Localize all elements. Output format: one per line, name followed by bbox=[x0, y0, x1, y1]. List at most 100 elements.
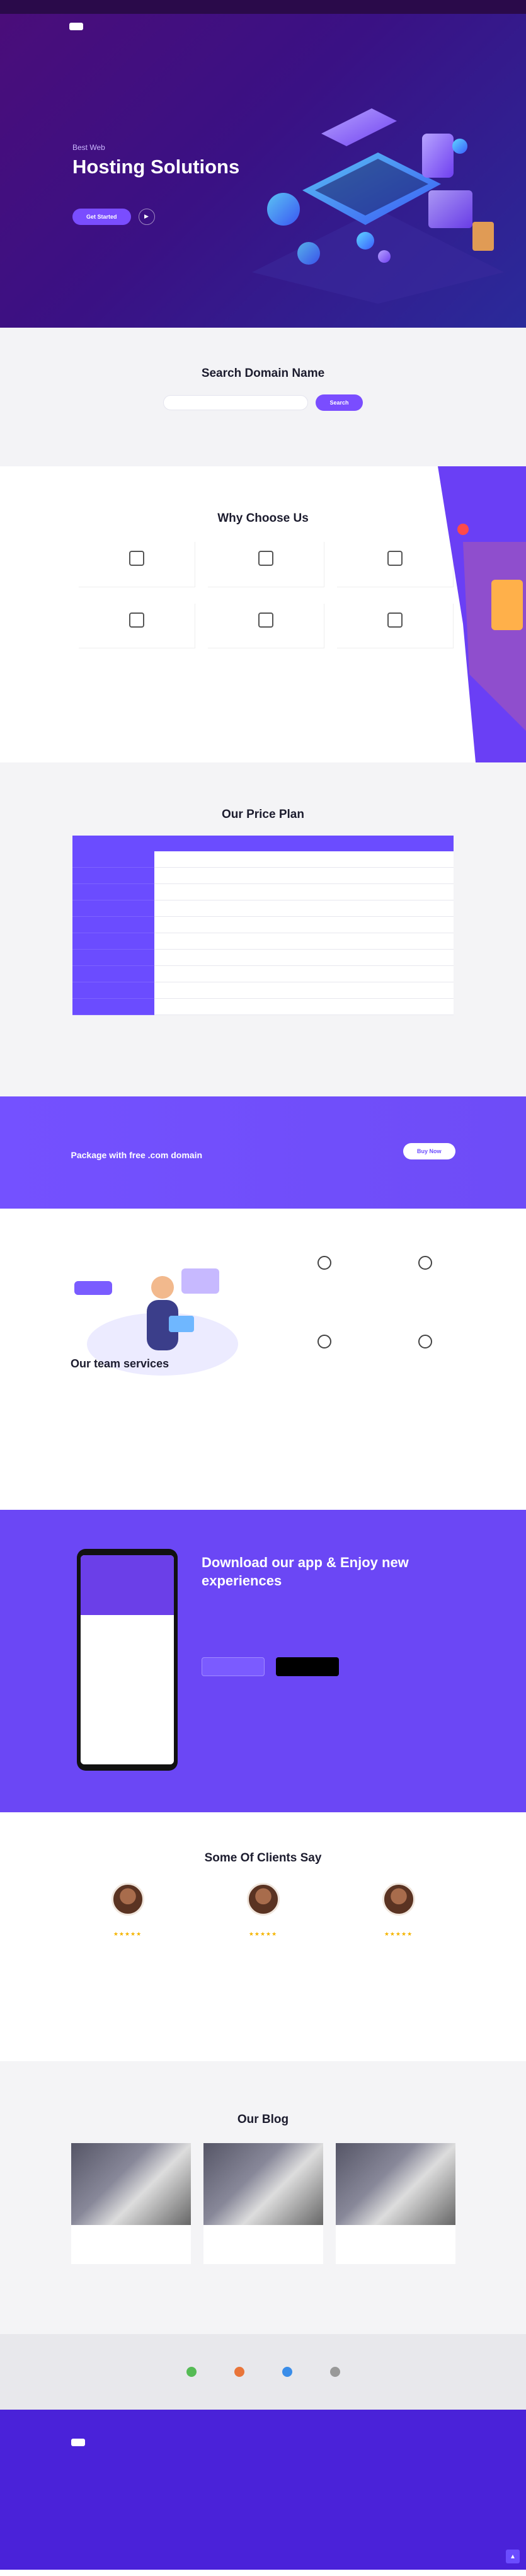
table-cell bbox=[304, 900, 354, 917]
nav-item[interactable] bbox=[435, 23, 442, 30]
price-table-header-row bbox=[72, 836, 454, 851]
why-decoration bbox=[438, 466, 526, 762]
blog-post-image[interactable] bbox=[335, 2143, 455, 2225]
clients-section: Some Of Clients Say ★★★★★ ★★★★★ ★★★★★ bbox=[0, 1812, 526, 2061]
avatar bbox=[382, 1883, 415, 1916]
team-item-text bbox=[375, 1362, 476, 1369]
main-nav bbox=[0, 14, 526, 30]
nav-item[interactable] bbox=[390, 23, 396, 30]
table-cell bbox=[154, 949, 205, 966]
table-cell bbox=[254, 867, 304, 884]
app-description-2 bbox=[202, 1628, 450, 1636]
why-grid bbox=[79, 542, 454, 648]
partner-logo-mark bbox=[329, 2367, 340, 2377]
table-cell[interactable] bbox=[403, 867, 454, 884]
table-cell bbox=[353, 900, 404, 917]
app-store-button[interactable] bbox=[276, 1657, 339, 1677]
table-cell bbox=[353, 933, 404, 950]
nav-item[interactable] bbox=[405, 23, 411, 30]
phone-screen-header bbox=[81, 1555, 174, 1615]
table-cell bbox=[154, 883, 205, 900]
star-rating: ★★★★★ bbox=[384, 1931, 413, 1937]
table-cell[interactable] bbox=[403, 982, 454, 999]
why-choose-section: Why Choose Us bbox=[0, 466, 526, 762]
clients-grid: ★★★★★ ★★★★★ ★★★★★ bbox=[71, 1883, 455, 1950]
nav-item[interactable] bbox=[360, 23, 366, 30]
why-card bbox=[208, 542, 324, 587]
table-cell bbox=[304, 982, 354, 999]
nav-links bbox=[360, 23, 457, 30]
partner-logo[interactable] bbox=[186, 2367, 197, 2377]
server-icon bbox=[129, 551, 144, 566]
table-cell[interactable] bbox=[403, 998, 454, 1015]
logo[interactable] bbox=[69, 23, 83, 30]
why-card bbox=[79, 542, 195, 587]
blog-post-image[interactable] bbox=[203, 2143, 323, 2225]
promo-banner-inner: Package with free .com domain Buy Now bbox=[71, 1096, 455, 1160]
partner-logo[interactable] bbox=[234, 2367, 244, 2377]
table-cell[interactable] bbox=[403, 883, 454, 900]
team-item bbox=[375, 1256, 476, 1291]
google-play-button[interactable] bbox=[202, 1657, 265, 1677]
promo-banner-subtitle bbox=[71, 1142, 203, 1147]
table-cell[interactable] bbox=[403, 916, 454, 933]
blog-post[interactable] bbox=[335, 2143, 455, 2264]
team-title: Our team services bbox=[71, 1357, 169, 1370]
table-cell bbox=[353, 883, 404, 900]
client-name bbox=[207, 1922, 320, 1928]
support-icon bbox=[387, 612, 403, 628]
footer: ▲ bbox=[0, 2410, 526, 2570]
blog-post-title[interactable] bbox=[79, 2233, 183, 2241]
domain-search-input[interactable] bbox=[163, 395, 309, 410]
promo-banner-text: Package with free .com domain bbox=[71, 1142, 203, 1160]
table-cell bbox=[72, 883, 154, 900]
buy-now-button[interactable]: Buy Now bbox=[403, 1142, 455, 1159]
table-cell bbox=[154, 900, 205, 917]
table-cell bbox=[204, 900, 254, 917]
client-text bbox=[71, 1943, 185, 1950]
top-bar bbox=[0, 0, 526, 14]
partner-logo[interactable] bbox=[329, 2367, 340, 2377]
footer-logo[interactable] bbox=[71, 2439, 153, 2446]
phone-screen bbox=[81, 1555, 174, 1764]
client-card: ★★★★★ bbox=[207, 1883, 320, 1950]
copyright-text bbox=[0, 2558, 526, 2563]
table-cell[interactable] bbox=[403, 900, 454, 917]
why-card bbox=[337, 603, 454, 648]
client-card: ★★★★★ bbox=[342, 1883, 455, 1950]
table-cell bbox=[72, 982, 154, 999]
team-item-text bbox=[274, 1284, 375, 1291]
partners-strip bbox=[0, 2334, 526, 2410]
hero-illustration bbox=[252, 108, 504, 304]
blog-post-title[interactable] bbox=[211, 2233, 316, 2241]
table-cell bbox=[204, 883, 254, 900]
nav-item[interactable] bbox=[420, 23, 426, 30]
star-rating: ★★★★★ bbox=[248, 1931, 278, 1937]
table-cell[interactable] bbox=[403, 949, 454, 966]
table-cell[interactable] bbox=[403, 933, 454, 950]
table-cell[interactable] bbox=[403, 851, 454, 868]
get-started-button[interactable]: Get Started bbox=[72, 208, 131, 225]
partner-logo-mark bbox=[282, 2367, 292, 2377]
table-row bbox=[72, 883, 454, 900]
table-cell bbox=[72, 867, 154, 884]
team-item-title bbox=[274, 1354, 375, 1359]
blog-post-title[interactable] bbox=[343, 2233, 448, 2241]
play-icon[interactable]: ▶ bbox=[138, 208, 155, 225]
table-cell bbox=[304, 998, 354, 1015]
table-cell bbox=[254, 982, 304, 999]
scroll-to-top-icon[interactable]: ▲ bbox=[506, 2550, 520, 2563]
nav-item[interactable] bbox=[375, 23, 381, 30]
blog-post-image[interactable] bbox=[71, 2143, 191, 2225]
client-text bbox=[207, 1943, 320, 1950]
blog-post[interactable] bbox=[203, 2143, 323, 2264]
table-cell[interactable] bbox=[403, 965, 454, 982]
partner-logo-mark bbox=[234, 2367, 244, 2377]
blog-post[interactable] bbox=[71, 2143, 191, 2264]
partner-logo[interactable] bbox=[282, 2367, 292, 2377]
nav-item[interactable] bbox=[450, 23, 457, 30]
price-table-header bbox=[403, 836, 454, 851]
client-card: ★★★★★ bbox=[71, 1883, 185, 1950]
search-button[interactable]: Search bbox=[316, 394, 363, 411]
chat-icon bbox=[317, 1256, 331, 1270]
